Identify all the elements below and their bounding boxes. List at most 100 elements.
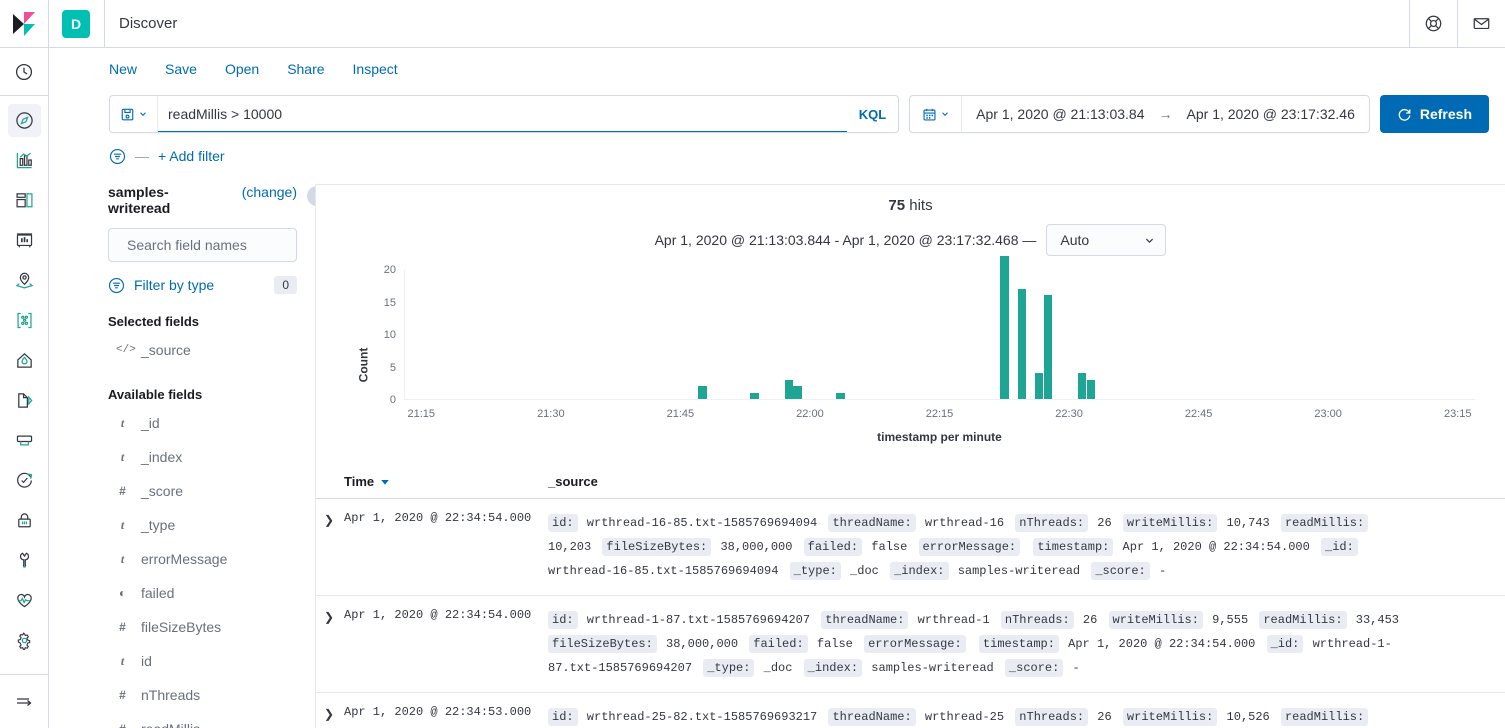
field-name-label: id [141, 653, 152, 669]
menu-item-inspect[interactable]: Inspect [353, 61, 398, 77]
histogram-bar[interactable] [1086, 379, 1096, 399]
histogram-bar[interactable] [750, 392, 759, 399]
source-field-value: 33,453 [1348, 613, 1399, 627]
field-item-nThreads[interactable]: # nThreads [108, 678, 297, 712]
x-tick-label: 22:00 [796, 408, 824, 420]
date-range-display[interactable]: Apr 1, 2020 @ 21:13:03.84 → Apr 1, 2020 … [962, 96, 1369, 132]
histogram-bar[interactable] [784, 379, 794, 399]
filter-by-type-button[interactable]: Filter by type 0 [108, 276, 297, 294]
sidebar-item-canvas[interactable] [8, 224, 41, 257]
sidebar-item-visualize[interactable] [8, 144, 41, 177]
sidebar-item-dashboard[interactable] [8, 184, 41, 217]
table-row[interactable]: ❯ Apr 1, 2020 @ 22:34:53.000 id: wrthread-… [316, 693, 1505, 728]
query-language-button[interactable]: KQL [847, 96, 898, 132]
source-field-key: _index: [890, 562, 949, 580]
search-field-names-input[interactable] [127, 237, 308, 253]
index-pattern-name[interactable]: samples-writeread [108, 184, 230, 216]
histogram-bar[interactable] [793, 386, 802, 399]
sidebar-item-infrastructure[interactable] [8, 344, 41, 377]
histogram-bar[interactable] [1078, 373, 1087, 399]
chevron-right-icon[interactable]: ❯ [316, 513, 334, 527]
date-quick-menu-button[interactable] [910, 96, 963, 132]
sidebar-item-logs[interactable] [8, 384, 41, 417]
menu-item-new[interactable]: New [109, 61, 137, 77]
sidebar-item-maps[interactable] [8, 264, 41, 297]
field-item-failed[interactable]: ◐ failed [108, 576, 297, 610]
plot-area[interactable] [404, 256, 1475, 400]
field-item-id[interactable]: t id [108, 644, 297, 678]
chevron-right-icon[interactable]: ❯ [316, 610, 334, 624]
field-item-_type[interactable]: t _type [108, 508, 297, 542]
source-field-key: errorMessage: [864, 635, 966, 653]
source-field-value: Apr 1, 2020 @ 22:34:54.000 [1060, 637, 1263, 651]
chevron-left-circle-icon[interactable] [307, 186, 315, 206]
histogram-bar[interactable] [1017, 288, 1026, 399]
source-field-key: _score: [1091, 562, 1150, 580]
histogram-bar[interactable] [698, 386, 707, 399]
query-focus-underline [158, 131, 847, 132]
interval-select[interactable]: Auto [1046, 224, 1167, 256]
sidebar-item-dev-tools[interactable] [8, 544, 41, 577]
field-name-label: _index [141, 449, 183, 465]
source-field-value: 10,743 [1219, 516, 1277, 530]
search-input[interactable] [158, 106, 847, 122]
chevron-down-icon [1146, 238, 1154, 243]
source-field-key: readMillis: [1280, 708, 1369, 726]
add-filter-button[interactable]: + Add filter [158, 148, 225, 164]
menu-item-open[interactable]: Open [225, 61, 259, 77]
results-panel: 75 hits Apr 1, 2020 @ 21:13:03.844 - Apr… [315, 184, 1505, 728]
lifebuoy-icon[interactable] [1409, 0, 1457, 48]
source-col-header[interactable]: _source [548, 474, 1505, 489]
histogram-bar[interactable] [1034, 373, 1044, 399]
field-item-_id[interactable]: t _id [108, 406, 297, 440]
histogram-bar[interactable] [1000, 256, 1009, 399]
field-type-icon: ◐ [118, 586, 127, 600]
sidebar-item-machine-learning[interactable] [8, 304, 41, 337]
field-item-_index[interactable]: t _index [108, 440, 297, 474]
sidebar-item-discover[interactable] [7, 104, 41, 137]
table-header: Time _source [316, 474, 1505, 499]
table-row[interactable]: ❯ Apr 1, 2020 @ 22:34:54.000 id: wrthread-… [316, 596, 1505, 693]
source-field-key: fileSizeBytes: [602, 538, 712, 556]
recently-viewed-clock-icon[interactable] [0, 48, 49, 96]
menu-item-save[interactable]: Save [165, 61, 197, 77]
source-field-value: wrthread-1-87.txt-1585769694207 [579, 613, 818, 627]
menu-item-share[interactable]: Share [287, 61, 324, 77]
sidebar-item-monitoring[interactable] [8, 584, 41, 617]
saved-query-menu-button[interactable] [110, 96, 158, 132]
field-item-source[interactable]: </> _source [108, 333, 297, 367]
date-start[interactable]: Apr 1, 2020 @ 21:13:03.84 [976, 106, 1144, 122]
histogram-bar[interactable] [836, 392, 845, 399]
envelope-icon[interactable] [1457, 0, 1505, 48]
x-tick-label: 21:45 [666, 408, 695, 420]
refresh-button[interactable]: Refresh [1379, 95, 1489, 133]
filter-icon[interactable] [109, 148, 126, 165]
date-end[interactable]: Apr 1, 2020 @ 23:17:32.46 [1187, 106, 1355, 122]
expand-col-header [316, 474, 344, 489]
source-field-key: failed: [749, 635, 808, 653]
source-field-key: threadName: [828, 514, 916, 532]
sort-desc-icon[interactable] [380, 477, 390, 487]
x-axis-ticks: 21:15 21:30 21:45 22:00 22:15 22:30 22:45 23:00… [404, 408, 1475, 426]
table-row[interactable]: ❯ Apr 1, 2020 @ 22:34:54.000 id: wrthread-… [316, 499, 1505, 596]
collapse-nav-button[interactable] [0, 674, 49, 728]
sidebar-item-apm[interactable] [8, 424, 41, 457]
chevron-right-icon[interactable]: ❯ [316, 707, 334, 721]
time-col-header[interactable]: Time [344, 474, 548, 489]
sidebar-item-uptime[interactable] [8, 464, 41, 497]
sidebar-item-management[interactable] [8, 624, 41, 657]
filter-by-type-label: Filter by type [134, 277, 215, 293]
source-field-key: nThreads: [1015, 514, 1089, 532]
elastic-logo-icon[interactable] [0, 0, 49, 48]
y-tick-label: 15 [383, 296, 396, 309]
sidebar-item-siem[interactable] [8, 504, 41, 537]
field-type-icon: t [120, 449, 125, 464]
field-item-fileSizeBytes[interactable]: # fileSizeBytes [108, 610, 297, 644]
field-item-readMillis[interactable]: # readMillis [108, 712, 297, 728]
field-item-errorMessage[interactable]: t errorMessage [108, 542, 297, 576]
change-index-pattern-link[interactable]: (change) [242, 184, 297, 200]
field-item-_score[interactable]: # _score [108, 474, 297, 508]
histogram-bar[interactable] [1043, 295, 1052, 399]
chevron-down-icon [139, 112, 146, 117]
source-field-value: 38,000,000 [658, 637, 746, 651]
